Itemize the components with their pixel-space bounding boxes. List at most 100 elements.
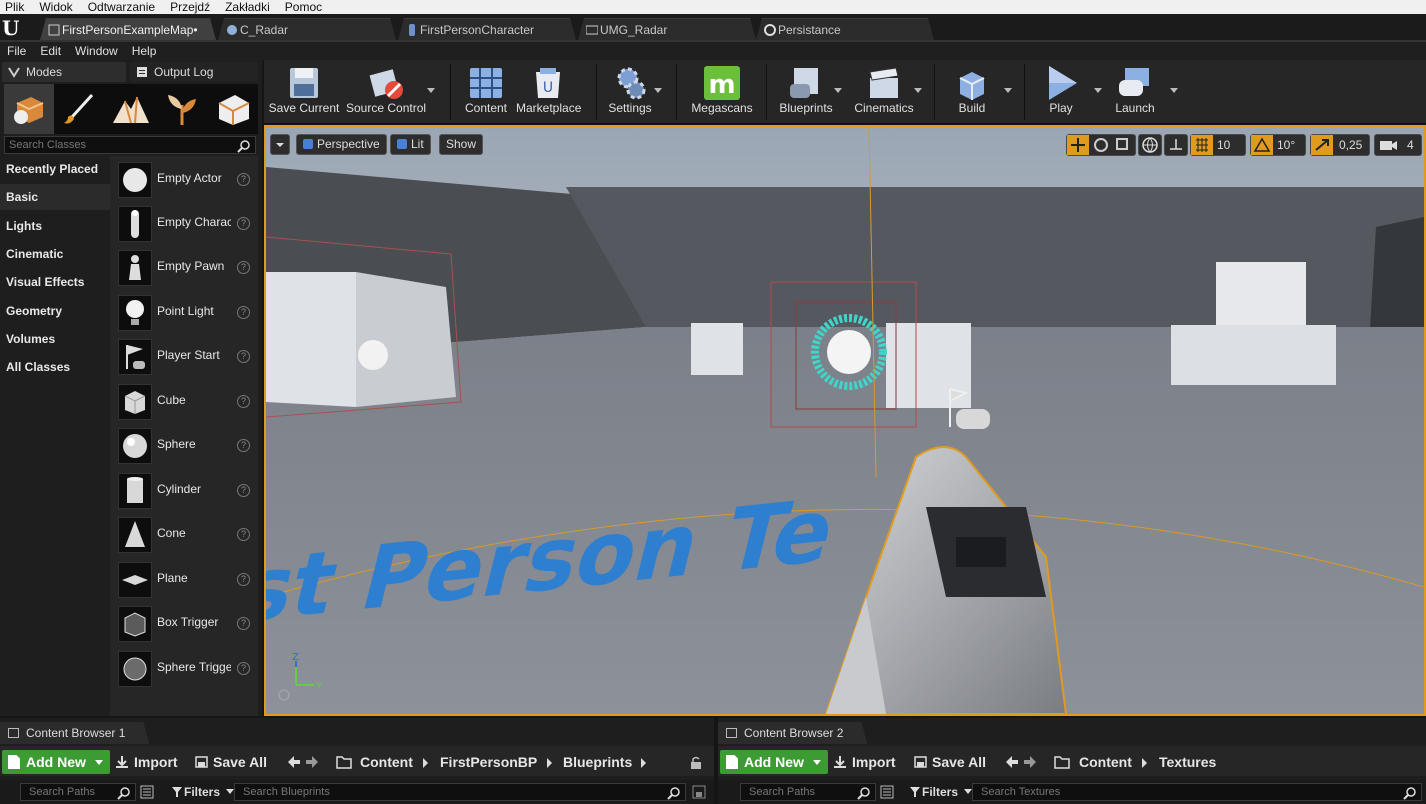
geometry-mode-button[interactable] [208, 84, 258, 134]
breadcrumb-content[interactable]: Content [360, 750, 413, 774]
breadcrumb-separator-icon[interactable] [641, 758, 646, 768]
category-cinematic[interactable]: Cinematic [0, 241, 110, 267]
category-recently-placed[interactable]: Recently Placed [0, 156, 110, 182]
rotation-snap-control[interactable]: 10° [1250, 134, 1306, 156]
save-search-icon[interactable] [692, 785, 706, 799]
launch-button[interactable]: Launch [1106, 60, 1164, 124]
save-all-button[interactable]: Save All [914, 750, 986, 774]
list-item-box-trigger[interactable]: Box Trigger ? [110, 602, 258, 646]
history-nav-icons[interactable] [286, 755, 320, 769]
breadcrumb-separator-icon[interactable] [423, 758, 428, 768]
search-classes-input[interactable]: Search Classes [4, 136, 256, 154]
filters-button[interactable]: Filters [172, 783, 235, 801]
help-icon[interactable]: ? [237, 217, 250, 230]
build-dropdown-icon[interactable] [1004, 88, 1012, 93]
settings-button[interactable]: Settings [604, 60, 656, 124]
os-menu-bookmarks[interactable]: Zakładki [220, 0, 280, 14]
source-control-button[interactable]: Source Control [346, 60, 426, 124]
tab-first-person-character[interactable]: FirstPersonCharacter [398, 18, 576, 40]
search-paths-input[interactable]: Search Paths [20, 783, 136, 801]
help-icon[interactable]: ? [237, 173, 250, 186]
category-visual-effects[interactable]: Visual Effects [0, 269, 110, 295]
place-mode-button[interactable] [4, 84, 54, 134]
cinematics-dropdown-icon[interactable] [914, 88, 922, 93]
landscape-mode-button[interactable] [106, 84, 156, 134]
list-item-cylinder[interactable]: Cylinder ? [110, 469, 258, 513]
list-item-cone[interactable]: Cone ? [110, 513, 258, 557]
perspective-button[interactable]: Perspective [296, 134, 387, 155]
list-item-cube[interactable]: Cube ? [110, 380, 258, 424]
os-menu-file[interactable]: Plik [0, 0, 34, 14]
os-menu-help[interactable]: Pomoc [280, 0, 332, 14]
history-nav-icons[interactable] [1004, 755, 1038, 769]
cinematics-button[interactable]: Cinematics [850, 60, 918, 124]
show-button[interactable]: Show [439, 134, 484, 155]
help-icon[interactable]: ? [237, 484, 250, 497]
settings-dropdown-icon[interactable] [654, 88, 662, 93]
breadcrumb-blueprints[interactable]: Blueprints [563, 750, 632, 774]
list-item-sphere[interactable]: Sphere ? [110, 424, 258, 468]
tab-first-person-example-map[interactable]: FirstPersonExampleMap• [40, 18, 216, 40]
category-geometry[interactable]: Geometry [0, 298, 110, 324]
scale-tool-icon[interactable] [1116, 138, 1128, 150]
breadcrumb-content[interactable]: Content [1079, 750, 1132, 774]
breadcrumb-first-person-bp[interactable]: FirstPersonBP [440, 750, 537, 774]
breadcrumb-textures[interactable]: Textures [1159, 750, 1216, 774]
tab-umg-radar[interactable]: UMG_Radar [578, 18, 756, 40]
breadcrumb-separator-icon[interactable] [547, 758, 552, 768]
help-icon[interactable]: ? [237, 261, 250, 274]
level-viewport[interactable]: First Person Te Z Y Perspective Lit Show [264, 125, 1426, 716]
list-item-player-start[interactable]: Player Start ? [110, 335, 258, 379]
category-volumes[interactable]: Volumes [0, 326, 110, 352]
list-item-point-light[interactable]: Point Light ? [110, 291, 258, 335]
source-control-dropdown-icon[interactable] [427, 88, 435, 93]
menu-file[interactable]: File [0, 44, 33, 58]
os-menu-go[interactable]: Przejdź [165, 0, 220, 14]
add-new-button[interactable]: Add New [720, 750, 828, 774]
category-basic[interactable]: Basic [0, 184, 110, 210]
menu-help[interactable]: Help [125, 44, 164, 58]
tab-persistance[interactable]: Persistance [756, 18, 934, 40]
viewport-options-button[interactable] [270, 134, 290, 155]
view-options-icon[interactable] [880, 785, 894, 799]
megascans-button[interactable]: m Megascans [684, 60, 760, 124]
menu-window[interactable]: Window [68, 44, 125, 58]
help-icon[interactable]: ? [237, 439, 250, 452]
tab-content-browser-2[interactable]: Content Browser 2 [718, 722, 867, 744]
list-item-plane[interactable]: Plane ? [110, 558, 258, 602]
scale-snap-control[interactable]: 0,25 [1310, 134, 1370, 156]
category-all-classes[interactable]: All Classes [0, 354, 110, 380]
list-item-empty-actor[interactable]: Empty Actor ? [110, 158, 258, 202]
help-icon[interactable]: ? [237, 350, 250, 363]
list-item-empty-pawn[interactable]: Empty Pawn ? [110, 246, 258, 290]
filters-button[interactable]: Filters [910, 783, 973, 801]
paint-mode-button[interactable] [55, 84, 105, 134]
play-button[interactable]: Play [1034, 60, 1088, 124]
lock-icon[interactable] [690, 756, 702, 770]
search-paths-input[interactable]: Search Paths [740, 783, 876, 801]
tab-modes[interactable]: Modes [2, 62, 126, 82]
search-assets-input[interactable]: Search Textures [972, 783, 1422, 801]
import-button[interactable]: Import [116, 750, 178, 774]
help-icon[interactable]: ? [237, 395, 250, 408]
search-assets-input[interactable]: Search Blueprints [234, 783, 686, 801]
tab-c-radar[interactable]: C_Radar [218, 18, 396, 40]
help-icon[interactable]: ? [237, 306, 250, 319]
os-menu-playback[interactable]: Odtwarzanie [83, 0, 165, 14]
tab-content-browser-1[interactable]: Content Browser 1 [0, 722, 149, 744]
view-options-icon[interactable] [140, 785, 154, 799]
camera-speed-control[interactable]: 4 [1374, 134, 1422, 156]
rotate-tool-icon[interactable] [1094, 138, 1108, 152]
help-icon[interactable]: ? [237, 617, 250, 630]
breadcrumb-separator-icon[interactable] [1142, 758, 1147, 768]
add-new-button[interactable]: Add New [2, 750, 110, 774]
surface-snap-button[interactable] [1164, 134, 1188, 156]
marketplace-button[interactable]: U Marketplace [516, 60, 581, 124]
list-item-sphere-trigger[interactable]: Sphere Trigge ? [110, 647, 258, 691]
content-button[interactable]: Content [458, 60, 514, 124]
world-space-button[interactable] [1138, 134, 1162, 156]
lit-button[interactable]: Lit [390, 134, 431, 155]
blueprints-dropdown-icon[interactable] [834, 88, 842, 93]
play-dropdown-icon[interactable] [1094, 88, 1102, 93]
build-button[interactable]: Build [944, 60, 1000, 124]
